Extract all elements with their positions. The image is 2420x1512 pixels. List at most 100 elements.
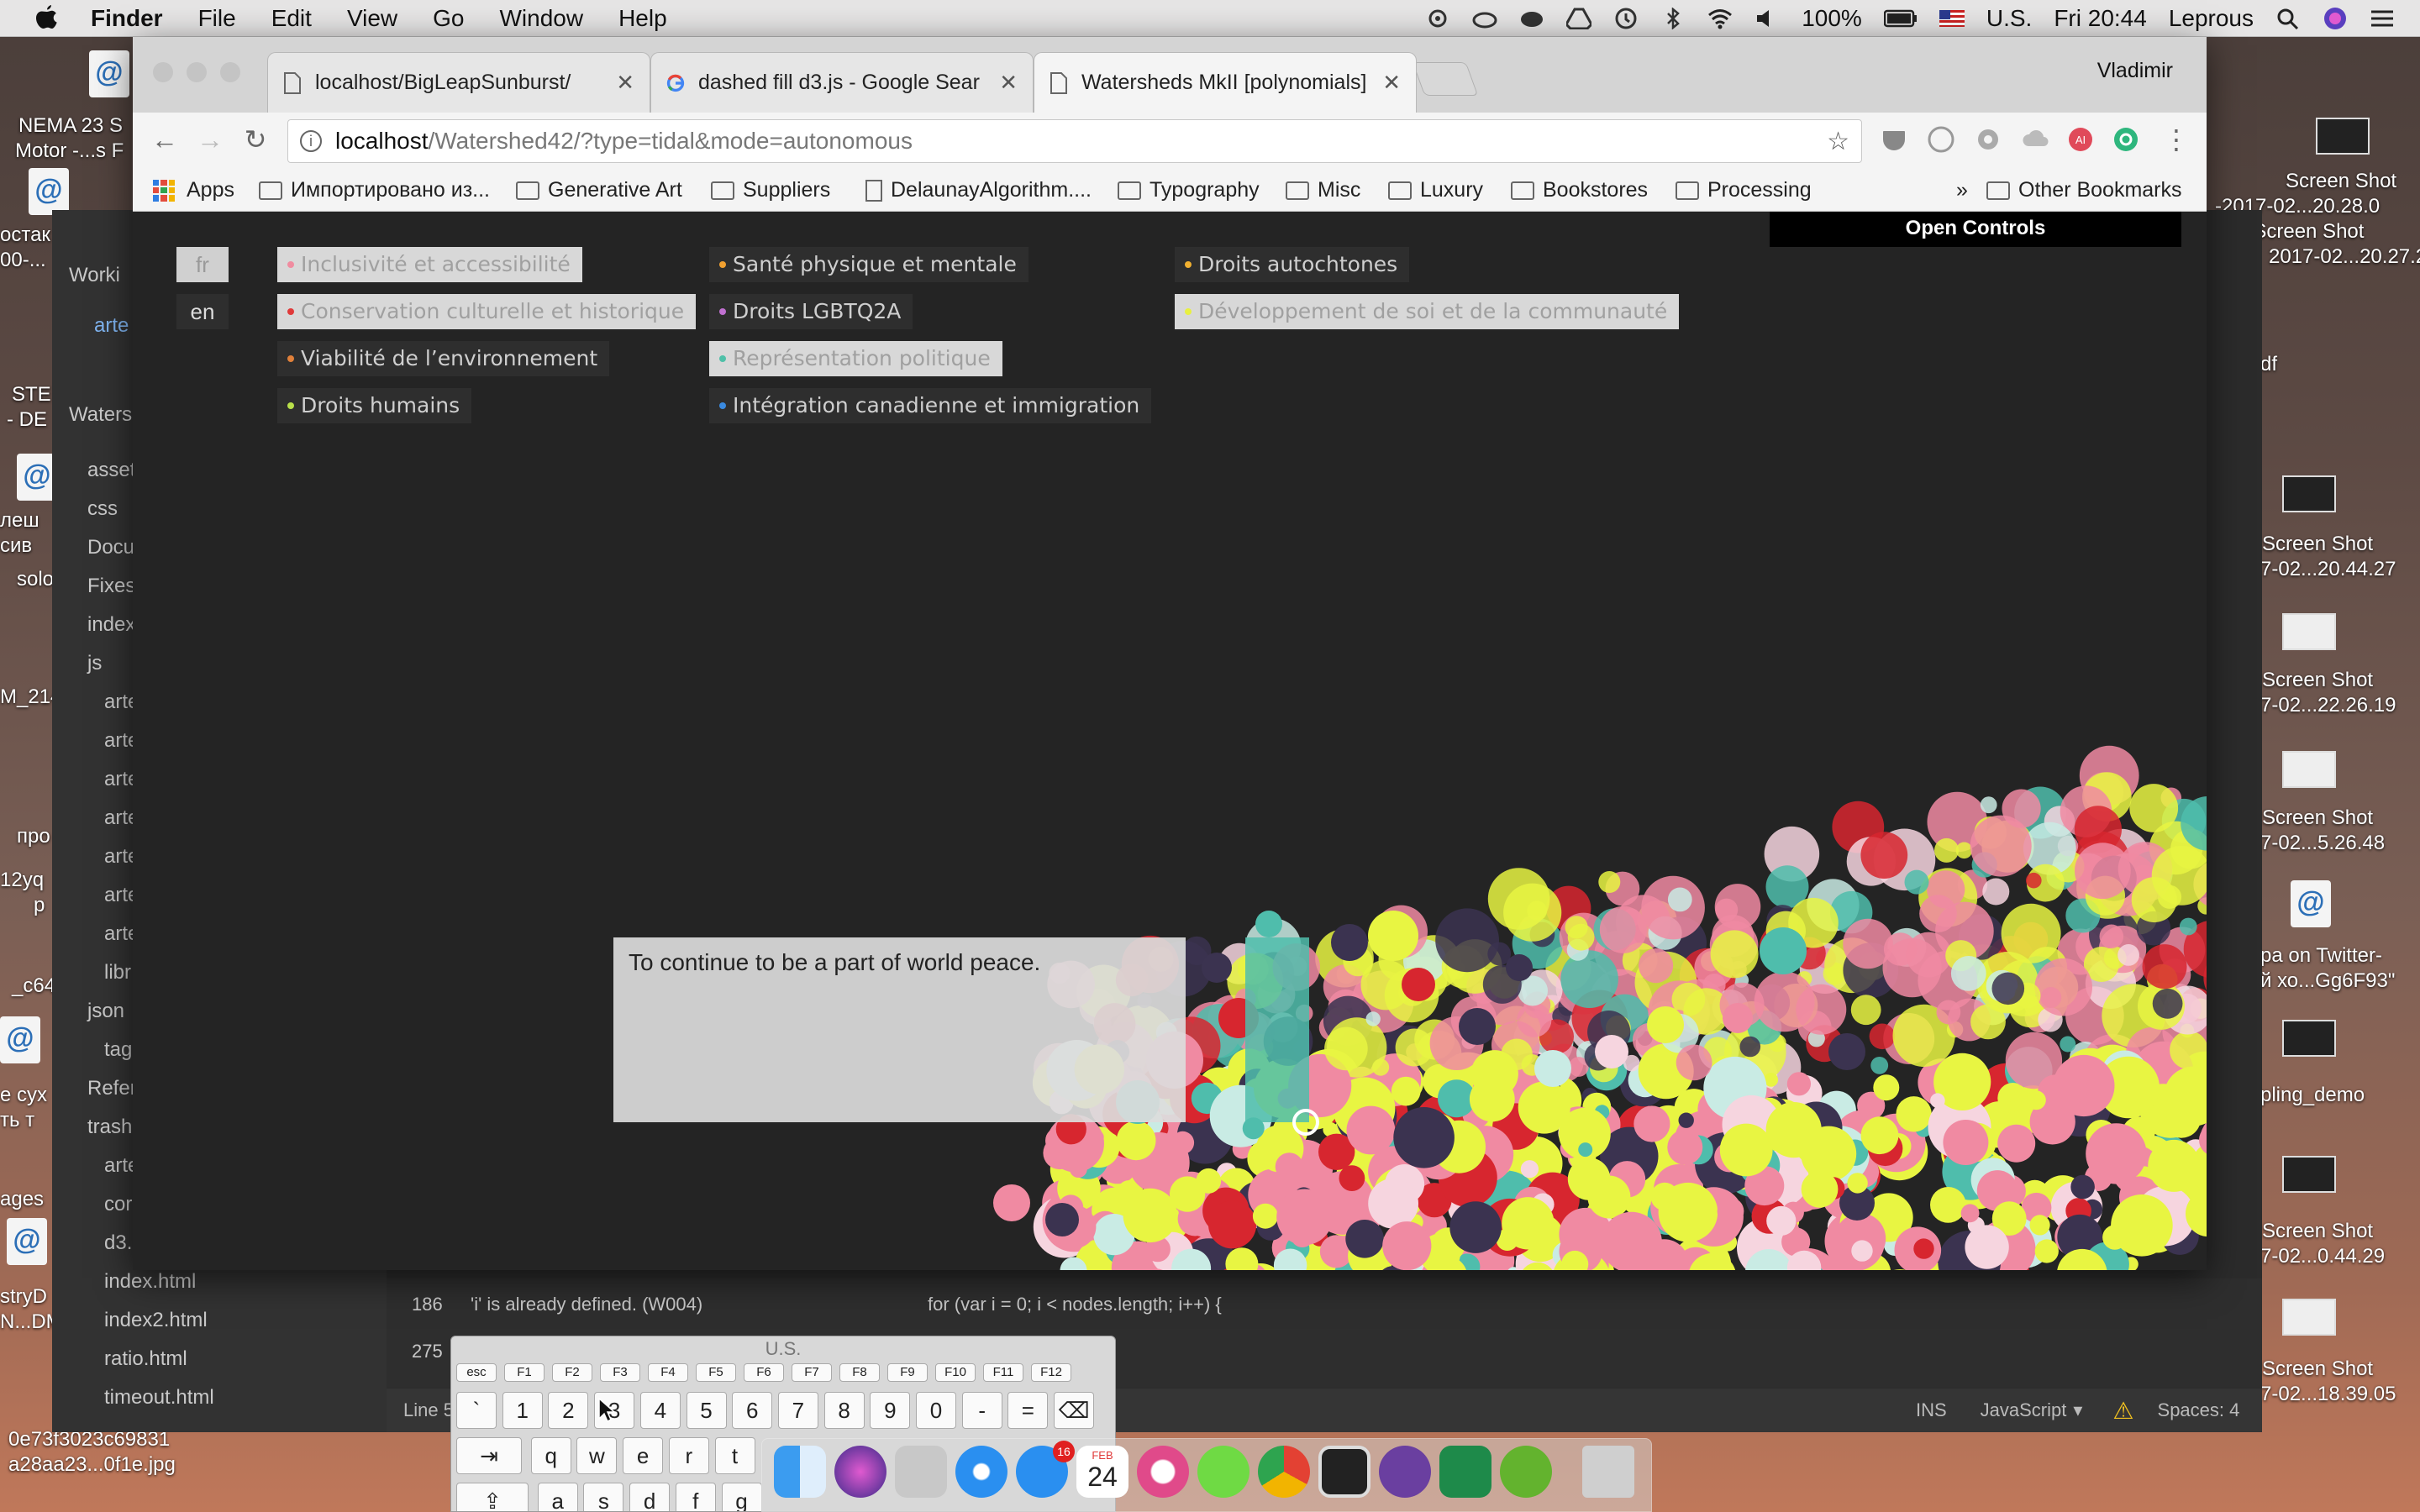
keyboard-key[interactable]: s (583, 1483, 624, 1511)
finder-icon[interactable] (774, 1446, 826, 1498)
back-button[interactable]: ← (150, 124, 180, 155)
bubble[interactable] (1527, 900, 1548, 921)
keyboard-key[interactable]: F7 (792, 1363, 832, 1382)
keyboard-key[interactable]: 2 (548, 1392, 589, 1429)
keyboard-key[interactable]: F3 (600, 1363, 640, 1382)
profile-name[interactable]: Vladimir (2097, 59, 2173, 83)
bookmark-apps[interactable]: Apps (153, 178, 234, 202)
bubble[interactable] (1965, 1225, 2009, 1269)
screenshot-thumbnail[interactable] (2282, 751, 2336, 788)
at-file-icon[interactable]: @ (29, 168, 69, 215)
bubble[interactable] (1667, 887, 1692, 912)
bubble[interactable] (1828, 1033, 1865, 1070)
desktop-file-label[interactable]: 7-02...5.26.48 (2260, 832, 2385, 855)
tab-watersheds[interactable]: Watersheds MkII [polynomials] ✕ (1034, 52, 1417, 113)
keyboard-key[interactable]: 9 (870, 1392, 911, 1429)
bubble[interactable] (2034, 1239, 2059, 1263)
menu-go[interactable]: Go (433, 5, 464, 32)
notification-center-icon[interactable] (2370, 8, 2395, 29)
volume-icon[interactable] (1754, 8, 1780, 29)
keyboard-key[interactable]: g (721, 1483, 762, 1511)
bubble[interactable] (1934, 837, 1959, 863)
desktop-file-label[interactable]: NEMA 23 S (18, 114, 123, 138)
desktop-file-label[interactable]: 7-02...0.44.29 (2260, 1245, 2385, 1268)
bookmark-folder[interactable]: Typography (1118, 178, 1260, 202)
desktop-file-label[interactable]: _c64 (12, 974, 55, 998)
bubble[interactable] (1382, 1221, 1432, 1270)
desktop-file-label[interactable]: Screen Shot (2262, 533, 2373, 556)
bubble[interactable] (1860, 1116, 1899, 1155)
tab-close-icon[interactable]: ✕ (999, 70, 1018, 96)
keyboard-key[interactable]: F10 (935, 1363, 976, 1382)
bubble[interactable] (1208, 1200, 1257, 1249)
tree-item[interactable]: Fixes (87, 575, 135, 598)
desktop-file-label[interactable]: е сух (0, 1084, 47, 1107)
wifi-icon[interactable] (1707, 8, 1733, 29)
tree-item[interactable]: Docu (87, 536, 134, 559)
bubble[interactable] (1982, 878, 2010, 906)
bubble[interactable] (1506, 954, 1533, 981)
desktop-file-label[interactable]: df (2260, 353, 2277, 376)
category-toggle[interactable]: Droits LGBTQ2A (709, 294, 913, 329)
bubble[interactable] (1601, 1211, 1662, 1270)
bubble[interactable] (2040, 987, 2062, 1008)
bubble[interactable] (1123, 1188, 1178, 1243)
tree-item[interactable]: libr (104, 961, 131, 984)
language-en-button[interactable]: en (176, 294, 229, 329)
bubble[interactable] (1501, 1038, 1533, 1071)
screenshot-thumbnail[interactable] (2282, 475, 2336, 512)
bubble[interactable] (1870, 1057, 1889, 1074)
bubble[interactable] (1599, 906, 1647, 953)
bubble[interactable] (1786, 1072, 1811, 1096)
keyboard-key[interactable]: F9 (887, 1363, 928, 1382)
safari-icon[interactable] (955, 1446, 1007, 1498)
lint-message[interactable]: 'i' is already defined. (W004) (471, 1294, 702, 1315)
reload-button[interactable]: ↻ (240, 124, 271, 155)
tree-item[interactable]: Refer (87, 1077, 137, 1100)
desktop-file-label[interactable]: 7-02...18.39.05 (2260, 1383, 2396, 1406)
keyboard-key[interactable]: = (1007, 1392, 1049, 1429)
menu-edit[interactable]: Edit (271, 5, 312, 32)
bubble[interactable] (1345, 1220, 1384, 1258)
tab-bigleapsunburst[interactable]: localhost/BigLeapSunburst/ ✕ (267, 52, 650, 113)
tree-item[interactable]: css (87, 497, 118, 521)
menubar-user[interactable]: Leprous (2169, 5, 2254, 32)
bubble[interactable] (1502, 1197, 1555, 1250)
language-fr-button[interactable]: fr (176, 247, 229, 282)
tree-item[interactable]: Waters (69, 403, 132, 427)
adblock-extension-icon[interactable]: AI (2067, 126, 2094, 153)
bluetooth-icon[interactable] (1660, 8, 1686, 29)
bubble[interactable] (2118, 944, 2140, 966)
keyboard-key[interactable]: ⇥ (456, 1437, 522, 1474)
keyboard-key[interactable]: 4 (639, 1392, 681, 1429)
bubble[interactable] (2060, 1036, 2076, 1053)
bubble[interactable] (1678, 1112, 1694, 1128)
cursor-position[interactable]: Line 5 (403, 1399, 454, 1421)
category-toggle[interactable]: Intégration canadienne et immigration (709, 388, 1152, 423)
keyboard-key[interactable]: 1 (502, 1392, 543, 1429)
bookmark-folder[interactable]: Misc (1286, 178, 1360, 202)
bubble[interactable] (1598, 871, 1621, 893)
keyboard-key[interactable]: d (629, 1483, 671, 1511)
bubble[interactable] (1435, 908, 1499, 973)
screenshot-thumbnail[interactable] (2282, 1156, 2336, 1193)
bubble[interactable] (1717, 1197, 1744, 1225)
bubble[interactable] (1346, 1105, 1396, 1155)
at-file-icon[interactable]: @ (17, 454, 57, 501)
keyboard-key[interactable]: a (537, 1483, 578, 1511)
keyboard-key[interactable]: 0 (916, 1392, 956, 1429)
bookmark-folder[interactable]: Импортировано из... (259, 178, 490, 202)
keyboard-key[interactable]: t (714, 1437, 755, 1474)
bubble[interactable] (1765, 1102, 1822, 1158)
battery-percent[interactable]: 100% (1802, 5, 1862, 32)
siri-icon[interactable] (2323, 6, 2348, 31)
bubble[interactable] (1469, 1076, 1515, 1122)
bubble[interactable] (1801, 1170, 1839, 1208)
bubble[interactable] (2170, 1031, 2207, 1069)
bubble[interactable] (1760, 927, 1807, 974)
apple-menu-icon[interactable] (35, 4, 59, 32)
tree-item[interactable]: ratio.html (104, 1347, 187, 1371)
input-source-label[interactable]: U.S. (1986, 5, 2032, 32)
bubble[interactable] (1459, 1008, 1496, 1045)
keyboard-key[interactable]: F2 (552, 1363, 592, 1382)
